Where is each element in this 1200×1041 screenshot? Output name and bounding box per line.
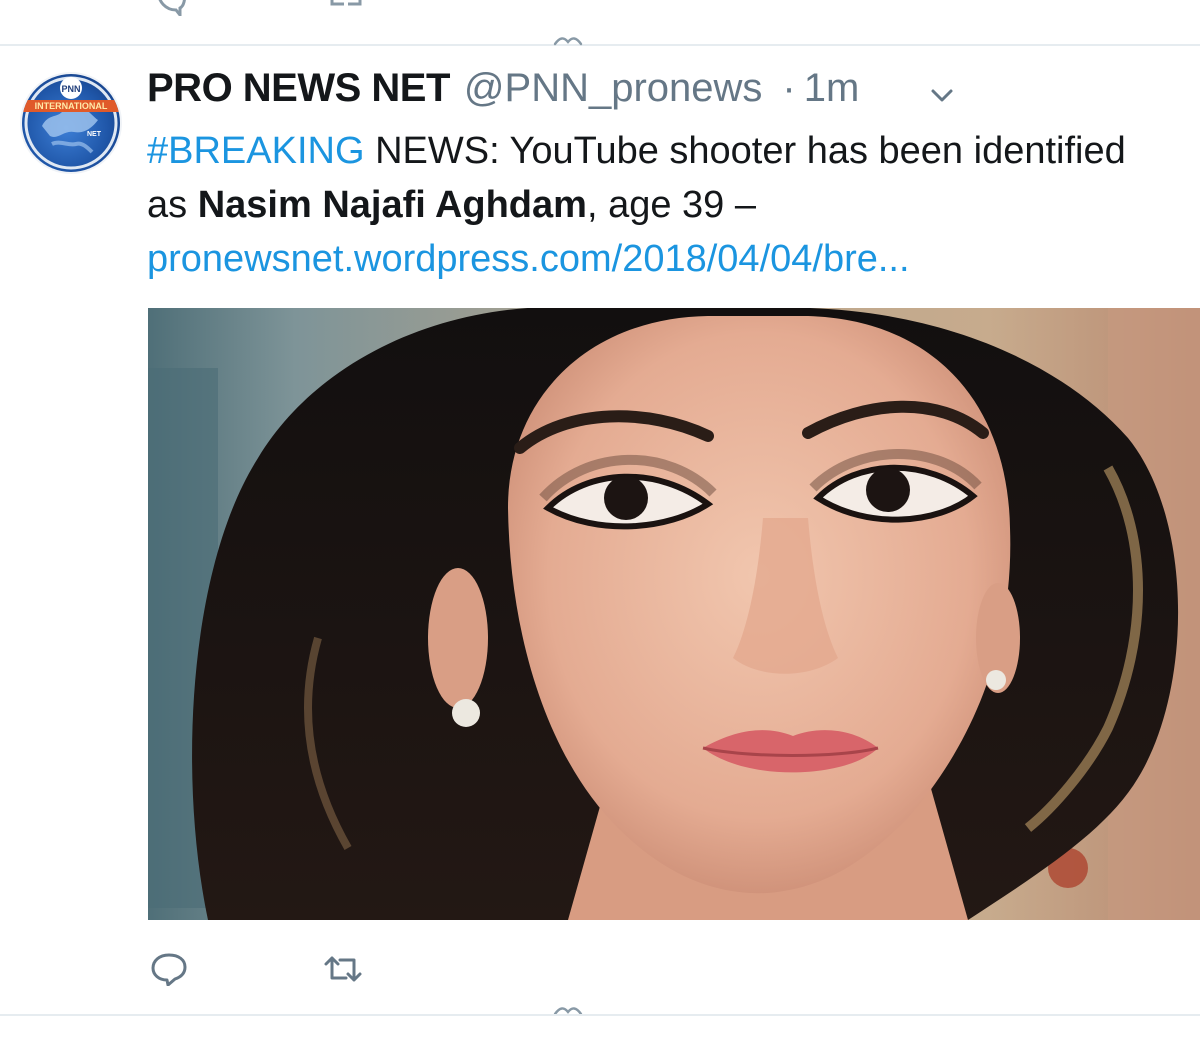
svg-text:NET: NET xyxy=(87,131,102,138)
tweet-text-bold-name: Nasim Najafi Aghdam xyxy=(197,184,587,226)
pnn-logo: PNN INTERNATIONAL NET xyxy=(22,76,120,170)
svg-text:INTERNATIONAL: INTERNATIONAL xyxy=(35,101,108,111)
tweet-divider-bottom xyxy=(0,1014,1200,1016)
tweet-text: #BREAKING NEWS: YouTube shooter has been… xyxy=(147,124,1200,286)
svg-text:PNN: PNN xyxy=(61,84,80,94)
reply-icon[interactable] xyxy=(150,952,188,986)
chevron-down-icon[interactable] xyxy=(928,86,956,106)
tweet-photo[interactable] xyxy=(148,308,1200,920)
tweet-timestamp[interactable]: 1m xyxy=(804,66,860,111)
author-name[interactable]: PRO NEWS NET xyxy=(147,66,450,111)
tweet-header: PRO NEWS NET @PNN_pronews · 1m xyxy=(147,66,859,116)
separator-dot: · xyxy=(782,66,796,110)
avatar[interactable]: PNN INTERNATIONAL NET xyxy=(22,74,120,172)
tweet-text-segment: , age 39 – xyxy=(586,184,756,226)
hashtag-link[interactable]: #BREAKING xyxy=(147,130,365,172)
retweet-icon[interactable] xyxy=(322,954,364,984)
author-handle[interactable]: @PNN_pronews xyxy=(464,66,763,111)
twitter-timeline: PNN INTERNATIONAL NET PRO NEWS NET @PNN_… xyxy=(0,0,1200,1041)
tweet-text-line-2: as Nasim Najafi Aghdam, age 39 – xyxy=(147,178,1200,232)
tweet-text-line-1: #BREAKING NEWS: YouTube shooter has been… xyxy=(147,124,1200,178)
retweet-icon[interactable] xyxy=(328,0,364,16)
tweet-divider-top xyxy=(0,44,1200,46)
tweet-text-segment: as xyxy=(147,184,198,226)
reply-icon[interactable] xyxy=(152,0,188,16)
portrait-image xyxy=(148,308,1200,920)
tweet-text-segment: NEWS: YouTube shooter has been identifie… xyxy=(364,130,1126,172)
tweet-text-line-3: pronewsnet.wordpress.com/2018/04/04/bre.… xyxy=(147,232,1200,286)
article-link[interactable]: pronewsnet.wordpress.com/2018/04/04/bre.… xyxy=(147,238,910,280)
show-thread-icon[interactable] xyxy=(552,34,584,48)
